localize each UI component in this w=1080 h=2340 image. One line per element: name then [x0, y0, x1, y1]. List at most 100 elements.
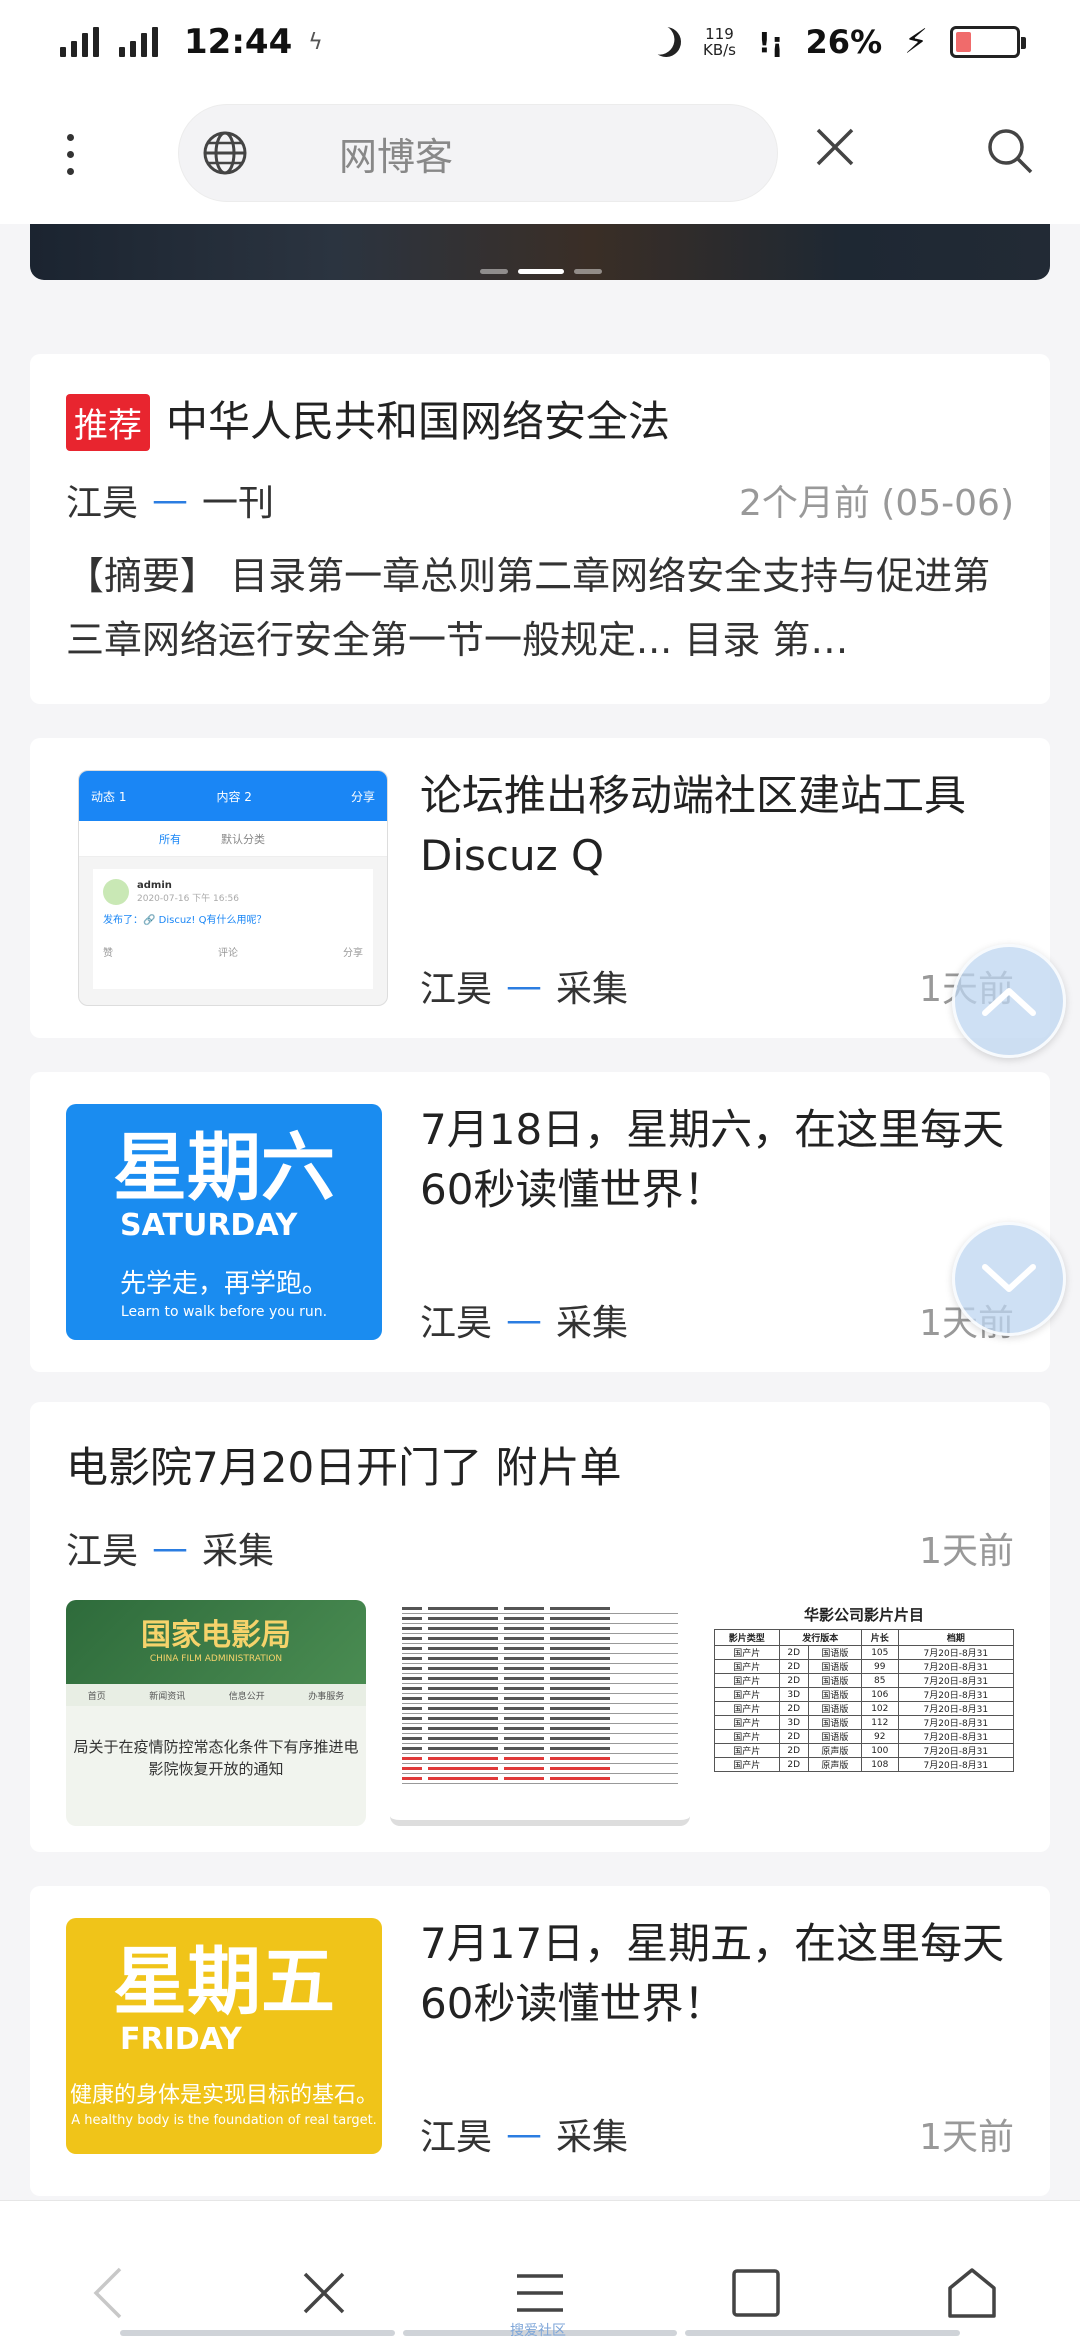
article-title[interactable]: 论坛推出移动端社区建站工具 Discuz Q [420, 766, 1030, 886]
schedule-table-row [402, 1764, 678, 1774]
signal-strength-icon-2 [119, 27, 158, 57]
thumb-date: 2020-07-16 下午 16:56 [137, 894, 239, 904]
back-button[interactable] [78, 2263, 138, 2323]
menu-button[interactable] [510, 2263, 570, 2323]
tabs-button[interactable] [726, 2263, 786, 2323]
schedule-table-row [402, 1744, 678, 1754]
close-icon [303, 2272, 345, 2314]
image-nav-item: 信息公开 [228, 1691, 265, 1702]
article-card[interactable]: 星期五 FRIDAY 健康的身体是实现目标的基石。 A healthy body… [30, 1886, 1050, 2196]
search-icon[interactable] [985, 126, 1035, 176]
table-cell: 7月20日-8月31 [897, 1757, 1014, 1772]
article-category[interactable]: 采集 [202, 1522, 274, 1574]
close-icon[interactable] [810, 122, 860, 172]
table-cell: 国产片 [714, 1673, 780, 1688]
article-thumbnail[interactable]: 动态 1 内容 2 分享 所有 默认分类 admin 2020-07-16 下午… [78, 770, 388, 1006]
table-cell: 2D [778, 1757, 809, 1772]
table-cell: 国产片 [714, 1729, 780, 1744]
table-cell: 100 [860, 1743, 899, 1758]
signal-strength-icon [60, 27, 99, 57]
thumb-weekday-en: FRIDAY [120, 2022, 242, 2057]
article-title[interactable]: 电影院7月20日开门了 附片单 [66, 1438, 1014, 1498]
schedule-table-image [390, 1600, 690, 1788]
table-cell: 国语版 [807, 1687, 862, 1702]
more-menu-button[interactable] [0, 84, 140, 224]
article-image[interactable]: 华影公司影片片目 影片类型 发行版本 片长 档期 国产片 2D 国语版 105 7月20日-8月… [714, 1600, 1014, 1826]
schedule-table-row [402, 1684, 678, 1694]
globe-icon [203, 131, 247, 175]
thumb-weekday: 星期五 [113, 1939, 335, 2025]
table-cell: 国语版 [807, 1729, 862, 1744]
table-cell: 7月20日-8月31 [897, 1729, 1014, 1744]
article-author[interactable]: 江昊 [66, 474, 138, 526]
table-cell: 国语版 [807, 1715, 862, 1730]
home-icon [948, 2268, 996, 2318]
article-title[interactable]: 中华人民共和国网络安全法 [166, 392, 670, 452]
article-card[interactable]: 电影院7月20日开门了 附片单 江昊 — 采集 1天前 国家电影局 CHINA … [30, 1402, 1050, 1852]
table-cell: 3D [778, 1687, 809, 1702]
image-body: 局关于在疫情防控常态化条件下有序推进电影院恢复开放的通知 [73, 1738, 359, 1778]
article-title[interactable]: 7月18日，星期六，在这里每天60秒读懂世界！ [420, 1100, 1030, 1220]
article-author[interactable]: 江昊 [420, 960, 492, 1012]
table-cell: 7月20日-8月31 [897, 1673, 1014, 1688]
schedule-table-row [402, 1754, 678, 1764]
article-image[interactable] [390, 1600, 690, 1826]
image-title: 国家电影局 [141, 1618, 291, 1653]
image-title: 华影公司影片片目 [803, 1606, 924, 1624]
carousel-indicator [480, 269, 602, 274]
article-category[interactable]: 一刊 [202, 474, 274, 526]
thumb-tab: 内容 2 [216, 789, 252, 804]
home-button[interactable] [942, 2263, 1002, 2323]
article-thumbnail[interactable]: 星期五 FRIDAY 健康的身体是实现目标的基石。 A healthy body… [66, 1918, 382, 2154]
article-category[interactable]: 采集 [556, 1294, 628, 1346]
table-cell: 99 [860, 1659, 899, 1674]
table-row: 国产片 3D 国语版 106 7月20日-8月31 [714, 1687, 1014, 1702]
banner-carousel[interactable] [30, 224, 1050, 280]
do-not-disturb-icon [647, 23, 685, 61]
table-cell: 85 [860, 1673, 899, 1688]
article-card[interactable]: 动态 1 内容 2 分享 所有 默认分类 admin 2020-07-16 下午… [30, 738, 1050, 1038]
article-author[interactable]: 江昊 [420, 2108, 492, 2160]
table-cell: 7月20日-8月31 [897, 1645, 1014, 1660]
article-title[interactable]: 7月17日，星期五，在这里每天60秒读懂世界！ [420, 1914, 1030, 2034]
article-author[interactable]: 江昊 [420, 1294, 492, 1346]
table-cell: 3D [778, 1715, 809, 1730]
scroll-down-button[interactable] [952, 1222, 1066, 1336]
thumb-slogan: 健康的身体是实现目标的基石。 [69, 2083, 378, 2108]
table-header-cell: 发行版本 [778, 1629, 862, 1646]
table-cell: 原声版 [807, 1757, 862, 1772]
schedule-table-row [402, 1604, 678, 1614]
thumb-slogan: 先学走，再学跑。 [119, 1269, 328, 1299]
scroll-up-button[interactable] [952, 944, 1066, 1058]
table-cell: 2D [778, 1701, 809, 1716]
thumb-like: 赞 [103, 948, 113, 959]
film-list-table: 影片类型 发行版本 片长 档期 国产片 2D 国语版 105 7月20日-8月31 国产片 2D 国语… [714, 1629, 1014, 1772]
table-cell: 国产片 [714, 1687, 780, 1702]
table-header-row: 影片类型 发行版本 片长 档期 [714, 1629, 1014, 1646]
bottom-navigation: 搜爱社区 [0, 2200, 1080, 2340]
charging-icon: ⚡ [904, 22, 928, 62]
article-category[interactable]: 采集 [556, 960, 628, 1012]
address-bar[interactable]: 网博客 [178, 104, 778, 202]
schedule-table-row [402, 1614, 678, 1624]
table-cell: 106 [860, 1687, 899, 1702]
browser-toolbar: 网博客 [0, 84, 1080, 224]
thumb-post: 发布了：🔗 Discuz! Q有什么用呢？ [103, 915, 267, 926]
image-nav-item: 办事服务 [308, 1691, 345, 1702]
article-card[interactable]: 星期六 SATURDAY 先学走，再学跑。 Learn to walk befo… [30, 1072, 1050, 1372]
thumb-weekday-en: SATURDAY [120, 1208, 298, 1243]
chevron-left-icon [93, 2267, 122, 2319]
article-time: 1天前 [919, 1531, 1014, 1572]
chevron-down-icon [982, 1264, 1036, 1292]
article-card[interactable]: 推荐 中华人民共和国网络安全法 江昊 — 一刊 2个月前 (05-06) 【摘要… [30, 354, 1050, 704]
article-category[interactable]: 采集 [556, 2108, 628, 2160]
table-cell: 108 [860, 1757, 899, 1772]
close-page-button[interactable] [294, 2263, 354, 2323]
table-cell: 国产片 [714, 1701, 780, 1716]
status-time: 12:44 [184, 22, 293, 62]
thumb-slogan-en: A healthy body is the foundation of real… [71, 2113, 377, 2128]
article-thumbnail[interactable]: 星期六 SATURDAY 先学走，再学跑。 Learn to walk befo… [66, 1104, 382, 1340]
article-image[interactable]: 国家电影局 CHINA FILM ADMINISTRATION 首页 新闻资讯 信息… [66, 1600, 366, 1826]
table-cell: 92 [860, 1729, 899, 1744]
article-author[interactable]: 江昊 [66, 1522, 138, 1574]
